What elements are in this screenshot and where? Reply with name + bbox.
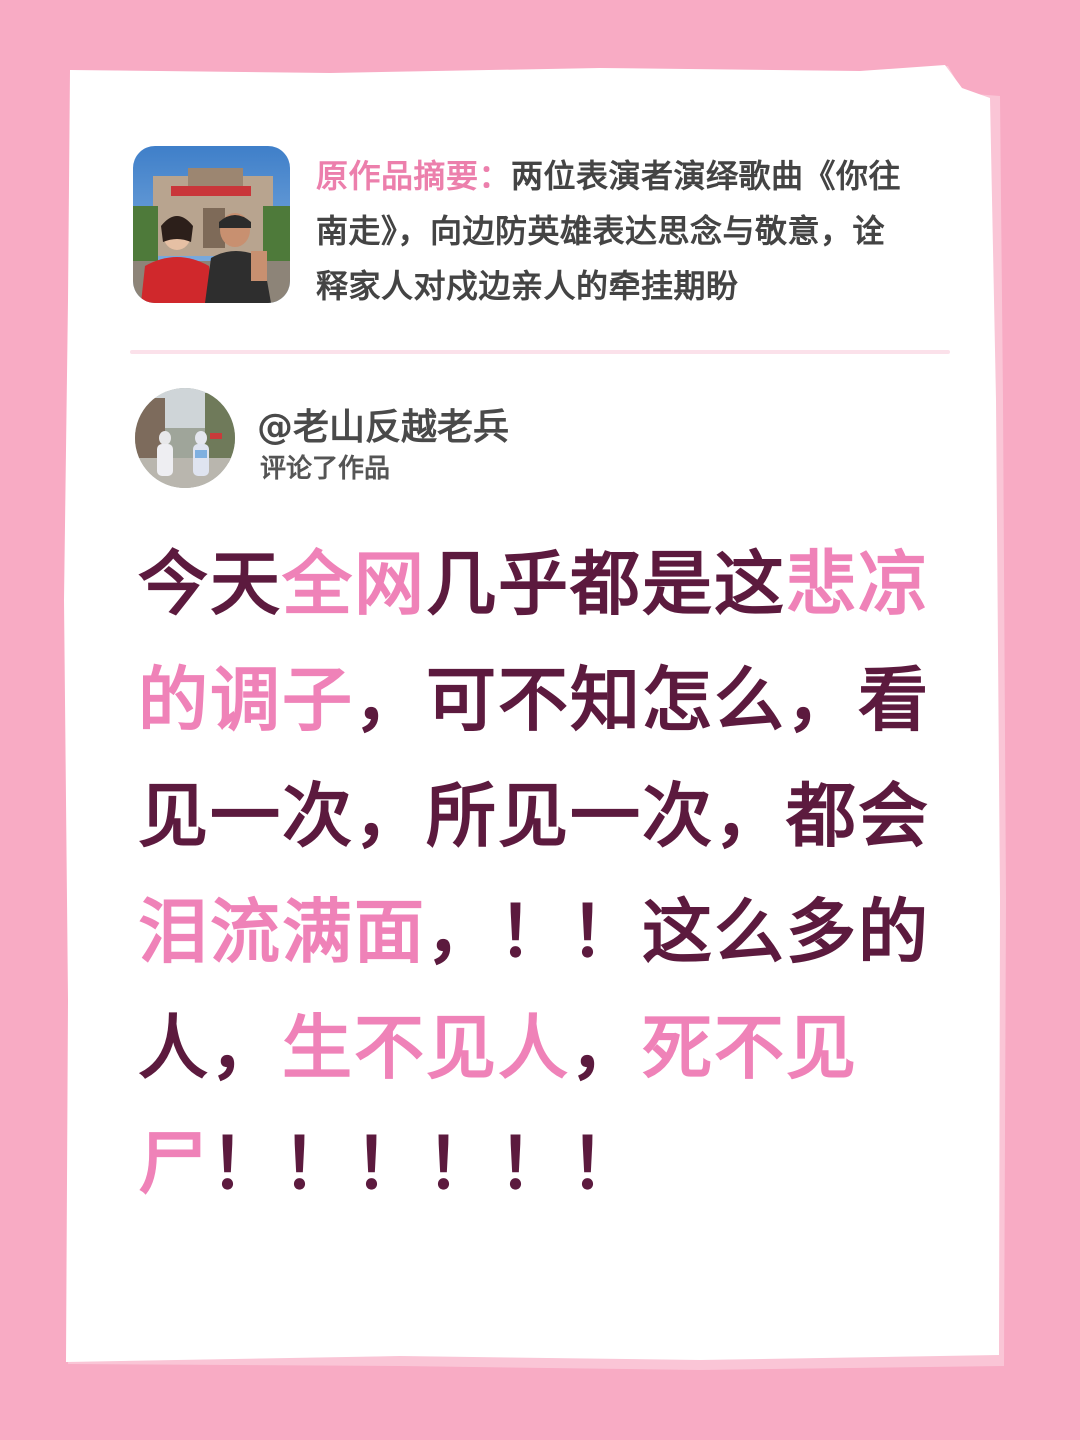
summary-text: 原作品摘要：两位表演者演绎歌曲《你往 南走》，向边防英雄表达思念与敬意，诠 释家… xyxy=(316,149,946,314)
performers-photo xyxy=(133,146,290,303)
section-divider xyxy=(130,350,950,354)
commenter-header: @老山反越老兵 评论了作品 xyxy=(135,388,835,488)
comment-segment: 见一次，所见一次，都会 xyxy=(138,775,930,857)
comment-segment: 人， xyxy=(138,1007,282,1089)
comment-segment: ，可不知怎么，看 xyxy=(354,659,930,741)
summary-line-2: 南走》，向边防英雄表达思念与敬意，诠 xyxy=(316,212,886,250)
comment-segment: ！！！！！！ xyxy=(210,1123,642,1205)
comment-segment-highlight: 泪流满面 xyxy=(138,891,426,973)
comment-segment-highlight: 的调子 xyxy=(138,659,354,741)
summary-line-3: 释家人对戍边亲人的牵挂期盼 xyxy=(316,267,739,305)
summary-line-1: 两位表演者演绎歌曲《你往 xyxy=(511,157,902,195)
comment-line: 泪流满面，！！这么多的 xyxy=(138,874,948,990)
comment-line: 人，生不见人，死不见 xyxy=(138,990,948,1106)
comment-action-label: 评论了作品 xyxy=(260,454,391,484)
comment-body: 今天全网几乎都是这悲凉 的调子，可不知怎么，看 见一次，所见一次，都会 泪流满面… xyxy=(138,526,948,1222)
comment-line: 今天全网几乎都是这悲凉 xyxy=(138,526,948,642)
avatar[interactable] xyxy=(135,388,235,488)
original-work-thumbnail[interactable] xyxy=(133,146,290,303)
summary-label: 原作品摘要： xyxy=(316,157,512,195)
comment-line: 的调子，可不知怎么，看 xyxy=(138,642,948,758)
comment-segment: ， xyxy=(570,1007,642,1089)
comment-segment-highlight: 全网 xyxy=(282,543,426,625)
avatar-photo xyxy=(135,388,235,488)
comment-segment: ，！！这么多的 xyxy=(426,891,930,973)
comment-segment-highlight: 尸 xyxy=(138,1123,210,1205)
comment-segment: 今天 xyxy=(138,543,282,625)
comment-line: 见一次，所见一次，都会 xyxy=(138,758,948,874)
commenter-username[interactable]: @老山反越老兵 xyxy=(257,398,509,450)
original-work-summary: 原作品摘要：两位表演者演绎歌曲《你往 南走》，向边防英雄表达思念与敬意，诠 释家… xyxy=(133,146,953,306)
comment-segment-highlight: 死不见 xyxy=(642,1007,858,1089)
comment-segment-highlight: 悲凉 xyxy=(786,543,930,625)
comment-line: 尸！！！！！！ xyxy=(138,1106,948,1222)
comment-segment: 几乎都是这 xyxy=(426,543,786,625)
comment-segment-highlight: 生不见人 xyxy=(282,1007,570,1089)
